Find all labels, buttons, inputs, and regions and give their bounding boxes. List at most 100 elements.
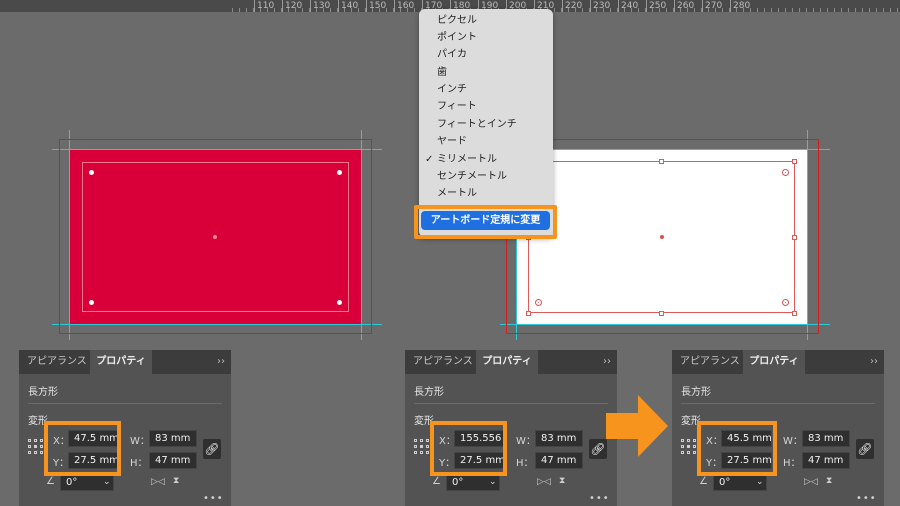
corner-widget[interactable] — [782, 299, 789, 306]
highlight-frame — [44, 421, 121, 476]
ruler-minor-tick — [344, 8, 345, 12]
tab-properties[interactable]: プロパティ — [476, 350, 538, 374]
ruler-minor-tick — [687, 8, 688, 12]
menu-item-millimeter[interactable]: ミリメートル — [437, 153, 497, 167]
flip-vertical-icon[interactable]: ⧗ — [826, 476, 832, 486]
tab-appearance[interactable]: アピアランス — [413, 350, 473, 374]
flip-vertical-icon[interactable]: ⧗ — [173, 476, 179, 486]
ruler-minor-tick — [631, 8, 632, 12]
chevron-down-icon[interactable]: ⌄ — [489, 477, 497, 487]
height-field[interactable]: 47 mm — [802, 452, 850, 469]
ruler-minor-tick — [883, 8, 884, 12]
reference-point-grid-icon[interactable] — [28, 439, 44, 455]
ruler-minor-tick — [848, 8, 849, 12]
ruler-minor-tick — [267, 8, 268, 12]
flip-horizontal-icon[interactable]: ▷◁ — [804, 477, 818, 487]
menu-item-feet-inch[interactable]: フィートとインチ — [437, 118, 517, 132]
panel-tabbar: アピアランス プロパティ ›› — [672, 350, 884, 374]
resize-handle[interactable] — [526, 311, 531, 316]
ruler-minor-tick — [610, 8, 611, 12]
tab-properties[interactable]: プロパティ — [90, 350, 152, 374]
collapse-chevron-icon[interactable]: ›› — [217, 350, 225, 374]
tab-properties[interactable]: プロパティ — [743, 350, 805, 374]
menu-item-pica[interactable]: パイカ — [437, 48, 467, 62]
chevron-down-icon[interactable]: ⌄ — [103, 477, 111, 487]
ruler-minor-tick — [869, 8, 870, 12]
check-icon: ✓ — [425, 154, 434, 165]
ruler-minor-tick — [575, 8, 576, 12]
link-icon[interactable]: 🔗︎ — [203, 439, 221, 459]
menu-item-yard[interactable]: ヤード — [437, 135, 467, 149]
width-field[interactable]: 83 mm — [149, 430, 197, 447]
more-options-icon[interactable]: ••• — [589, 493, 610, 504]
height-field[interactable]: 47 mm — [149, 452, 197, 469]
ruler-minor-tick — [596, 8, 597, 12]
more-options-icon[interactable]: ••• — [203, 493, 224, 504]
link-icon[interactable]: 🔗︎ — [856, 439, 874, 459]
menu-item-point[interactable]: ポイント — [437, 31, 477, 45]
corner-widget[interactable] — [337, 170, 342, 175]
width-field[interactable]: 83 mm — [802, 430, 850, 447]
ruler-minor-tick — [386, 8, 387, 12]
resize-handle[interactable] — [792, 235, 797, 240]
panel-tabbar: アピアランス プロパティ ›› — [19, 350, 231, 374]
reference-point-grid-icon[interactable] — [681, 439, 697, 455]
divider — [28, 403, 222, 404]
resize-handle[interactable] — [792, 311, 797, 316]
corner-widget[interactable] — [782, 169, 789, 176]
more-options-icon[interactable]: ••• — [856, 493, 877, 504]
resize-handle[interactable] — [659, 311, 664, 316]
resize-handle[interactable] — [659, 159, 664, 164]
resize-handle[interactable] — [792, 159, 797, 164]
menu-item-pixel[interactable]: ピクセル — [437, 14, 477, 28]
ruler-minor-tick — [358, 8, 359, 12]
ruler-minor-tick — [414, 8, 415, 12]
ruler-minor-tick — [834, 8, 835, 12]
corner-widget[interactable] — [535, 299, 542, 306]
h-label: H： — [516, 458, 534, 469]
ruler-minor-tick — [694, 8, 695, 12]
flip-horizontal-icon[interactable]: ▷◁ — [151, 477, 165, 487]
flip-vertical-icon[interactable]: ⧗ — [559, 476, 565, 486]
angle-icon: ∠ — [432, 476, 441, 487]
menu-item-meter[interactable]: メートル — [437, 187, 477, 201]
corner-widget[interactable] — [337, 300, 342, 305]
ruler-minor-tick — [638, 8, 639, 12]
ruler-minor-tick — [407, 8, 408, 12]
menu-item-ha[interactable]: 歯 — [437, 66, 447, 80]
corner-widget[interactable] — [89, 170, 94, 175]
menu-item-feet[interactable]: フィート — [437, 100, 477, 114]
ruler-minor-tick — [792, 8, 793, 12]
ruler-minor-tick — [701, 8, 702, 12]
tab-appearance[interactable]: アピアランス — [27, 350, 87, 374]
link-icon[interactable]: 🔗︎ — [589, 439, 607, 459]
menu-item-inch[interactable]: インチ — [437, 83, 467, 97]
tab-appearance[interactable]: アピアランス — [680, 350, 740, 374]
collapse-chevron-icon[interactable]: ›› — [603, 350, 611, 374]
object-type-label: 長方形 — [681, 387, 711, 398]
right-arrow-icon — [606, 395, 668, 457]
ruler-minor-tick — [589, 8, 590, 12]
ruler-minor-tick — [855, 8, 856, 12]
h-label: H： — [130, 458, 148, 469]
corner-widget[interactable] — [89, 300, 94, 305]
ruler-minor-tick — [379, 8, 380, 12]
ruler-minor-tick — [736, 8, 737, 12]
ruler-minor-tick — [722, 8, 723, 12]
ruler-minor-tick — [309, 8, 310, 12]
ruler-minor-tick — [673, 8, 674, 12]
angle-icon: ∠ — [46, 476, 55, 487]
ruler-minor-tick — [274, 8, 275, 12]
collapse-chevron-icon[interactable]: ›› — [870, 350, 878, 374]
flip-horizontal-icon[interactable]: ▷◁ — [537, 477, 551, 487]
ruler-minor-tick — [323, 8, 324, 12]
height-field[interactable]: 47 mm — [535, 452, 583, 469]
chevron-down-icon[interactable]: ⌄ — [756, 477, 764, 487]
menu-item-change-to-artboard-rulers[interactable]: アートボード定規に変更 — [421, 211, 550, 230]
ruler-minor-tick — [778, 8, 779, 12]
width-field[interactable]: 83 mm — [535, 430, 583, 447]
ruler-minor-tick — [337, 8, 338, 12]
w-label: W： — [130, 436, 150, 447]
reference-point-grid-icon[interactable] — [414, 439, 430, 455]
menu-item-centimeter[interactable]: センチメートル — [437, 170, 507, 184]
